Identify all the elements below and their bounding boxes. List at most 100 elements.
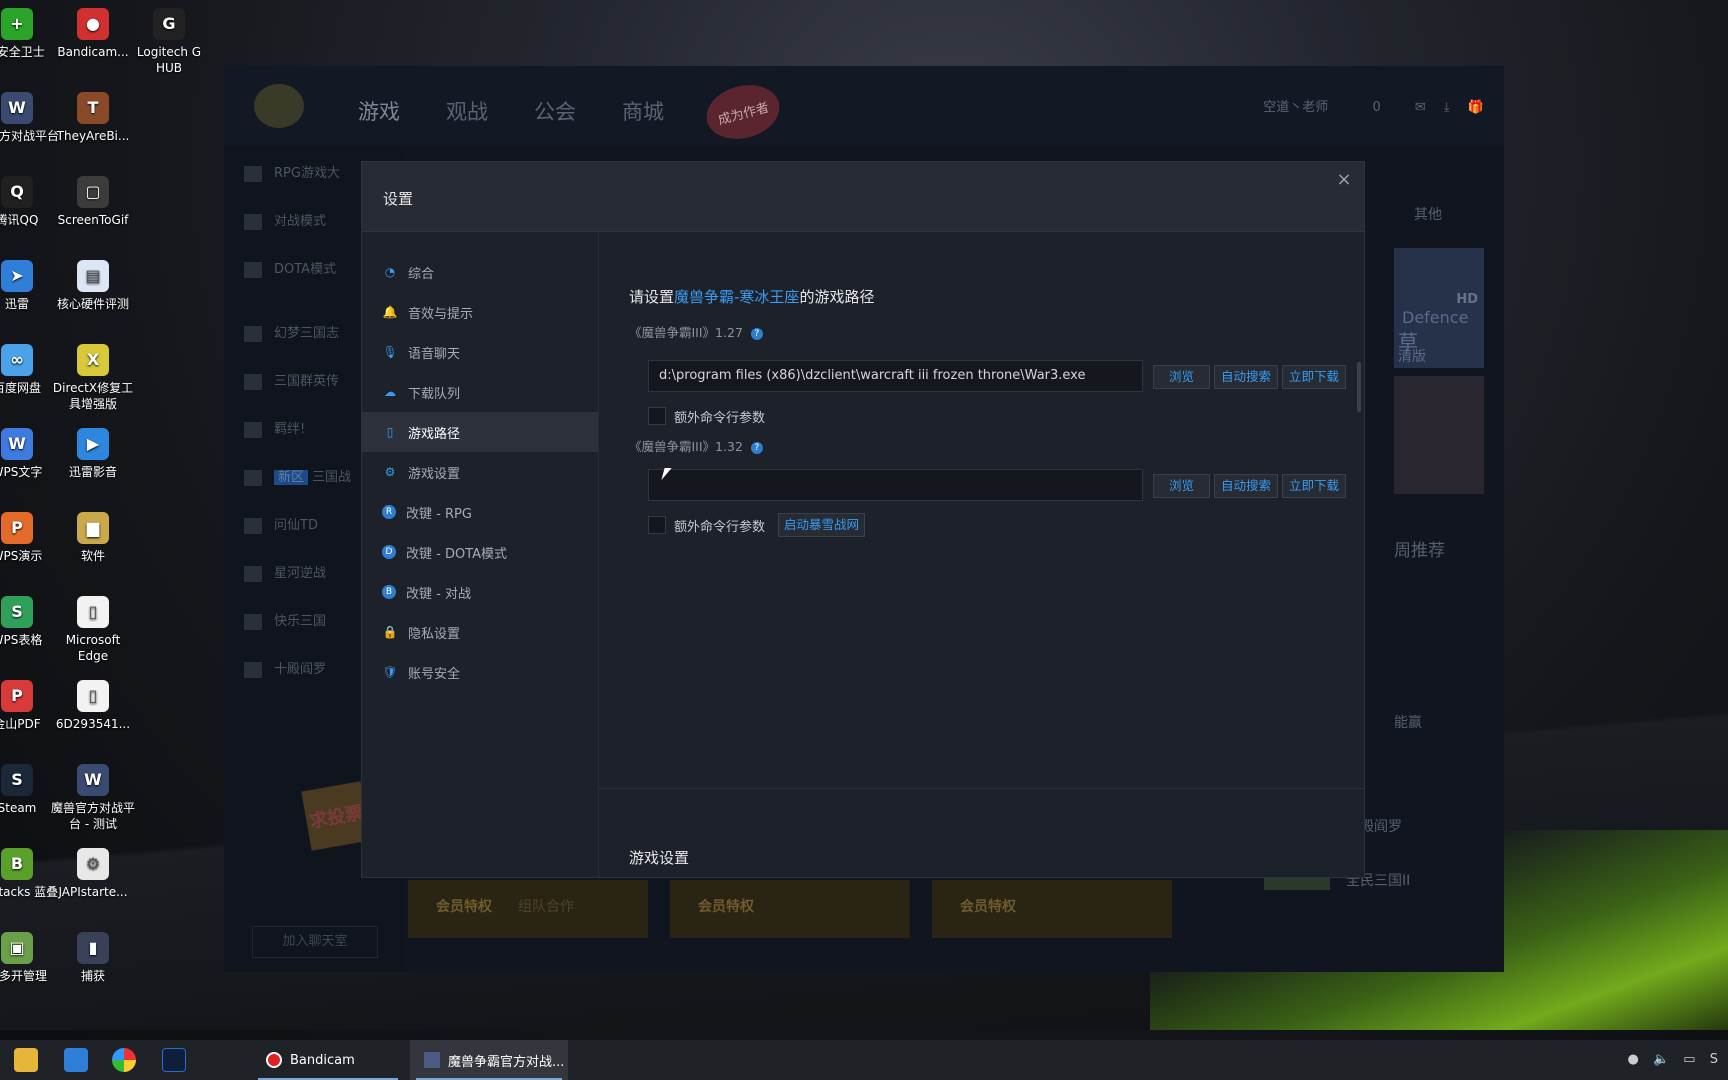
desktop-app-icon: Q — [1, 176, 33, 208]
download-button-127[interactable]: 立即下载 — [1282, 365, 1346, 389]
auto-search-button-132[interactable]: 自动搜索 — [1214, 474, 1278, 498]
nav-watch[interactable]: 观战 — [446, 96, 488, 126]
desktop-icon[interactable]: ▯ 6D293541... — [50, 680, 136, 732]
desktop-icon[interactable]: T TheyAreBi... — [50, 92, 136, 144]
category-other[interactable]: 其他 — [1414, 204, 1442, 224]
download-button-132[interactable]: 立即下载 — [1282, 474, 1346, 498]
desktop-icon-label: 软件 — [80, 549, 105, 563]
sidebar-item[interactable]: 新区 三国战 — [244, 466, 351, 486]
browse-button-132[interactable]: 浏览 — [1153, 474, 1210, 498]
auto-search-button-127[interactable]: 自动搜索 — [1214, 365, 1278, 389]
desktop-icon-label: 捕获 — [80, 969, 105, 983]
desktop-app-icon: S — [1, 764, 33, 796]
volume-icon: 🔈 — [1652, 1052, 1670, 1067]
settings-menu-label: 音效与提示 — [408, 306, 474, 322]
settings-menu-label: 改键 - DOTA模式 — [406, 546, 508, 562]
sidebar-item[interactable]: 三国群英传 — [244, 370, 339, 390]
desktop-icon[interactable]: ▮ 捕获 — [50, 932, 136, 984]
settings-menu-item[interactable]: 🔒 隐私设置 — [362, 612, 598, 652]
settings-menu-item[interactable]: 🎙 语音聊天 — [362, 332, 598, 372]
game-name-link[interactable]: 魔兽争霸-寒冰王座 — [674, 288, 799, 306]
desktop-icon-label: 核心硬件评测 — [56, 297, 129, 311]
extra-args-checkbox-127[interactable] — [648, 407, 666, 425]
path-input-127[interactable]: d:\program files (x86)\dzclient\warcraft… — [648, 360, 1143, 392]
path-input-132[interactable] — [648, 469, 1143, 501]
sidebar-item[interactable]: 十殿阎罗 — [244, 658, 326, 678]
sidebar-item[interactable]: DOTA模式 — [244, 258, 336, 278]
author-badge[interactable]: 成为作者 — [700, 77, 786, 147]
desktop-icon[interactable]: ▢ ScreenToGif — [50, 176, 136, 228]
sidebar-item[interactable]: RPG游戏大 — [244, 162, 340, 182]
extra-args-checkbox-132[interactable] — [648, 516, 666, 534]
settings-menu-item[interactable]: ⚙ 游戏设置 — [362, 452, 598, 492]
recommend-item[interactable]: 能赢 — [1394, 712, 1422, 732]
browser-icon[interactable] — [112, 1048, 136, 1072]
system-tray[interactable]: ● 🔈 ▭ S — [1627, 1052, 1718, 1067]
launch-battlenet-button[interactable]: 启动暴雪战网 — [778, 513, 865, 537]
settings-menu-item[interactable]: ☁ 下载队列 — [362, 372, 598, 412]
desktop-icon[interactable]: X DirectX修复工具增强版 — [50, 344, 136, 412]
file-explorer-icon[interactable] — [14, 1048, 38, 1072]
extra-args-label-132: 额外命令行参数 — [674, 520, 766, 535]
help-icon[interactable]: ? — [750, 327, 763, 340]
settings-menu-item[interactable]: 🛡 账号安全 — [362, 652, 598, 692]
desktop-icon[interactable]: ▶ 迅雷影音 — [50, 428, 136, 480]
settings-menu-item[interactable]: 🔔 音效与提示 — [362, 292, 598, 332]
settings-menu-item[interactable]: ▯ 游戏路径 — [362, 412, 598, 452]
dialog-header: 设置 × — [362, 162, 1364, 232]
close-icon[interactable]: × — [1334, 170, 1354, 190]
desktop-app-icon: X — [77, 344, 109, 376]
settings-menu-label: 语音聊天 — [408, 346, 461, 362]
d-icon: D — [382, 545, 396, 559]
sidebar-item[interactable]: 幻梦三国志 — [244, 322, 339, 342]
desktop-icon[interactable]: ● Bandicam... — [50, 8, 136, 60]
download-icon[interactable]: ⤓ — [1444, 100, 1450, 115]
taskbar-app-bandicam[interactable]: Bandicam — [252, 1040, 404, 1080]
settings-menu-item[interactable]: R 改键 - RPG — [362, 492, 598, 532]
taskbar-app-warcraft[interactable]: 魔兽争霸官方对战... — [410, 1040, 568, 1080]
xunlei-icon[interactable] — [64, 1048, 88, 1072]
desktop-icon[interactable]: ▯ Microsoft Edge — [50, 596, 136, 664]
mouse-icon: ▯ — [386, 425, 394, 439]
vip-card[interactable]: 会员特权 — [670, 880, 910, 938]
nav-store[interactable]: 商城 — [622, 96, 664, 126]
settings-menu-item[interactable]: D 改键 - DOTA模式 — [362, 532, 598, 572]
mail-icon[interactable]: ✉ — [1415, 100, 1426, 115]
game-tile[interactable]: HD Defence 草 清版 — [1394, 248, 1484, 368]
browse-button-127[interactable]: 浏览 — [1153, 365, 1210, 389]
record-icon — [266, 1052, 282, 1068]
sidebar-item[interactable]: 快乐三国 — [244, 610, 326, 630]
path-heading: 请设置魔兽争霸-寒冰王座的游戏路径 — [629, 288, 875, 306]
desktop-app-icon: P — [1, 680, 33, 712]
game-tile[interactable] — [1394, 376, 1484, 494]
sidebar-item[interactable]: 星河逆战 — [244, 562, 326, 582]
app-logo[interactable] — [254, 84, 304, 128]
nav-guild[interactable]: 公会 — [534, 96, 576, 126]
desktop-icon[interactable]: ▆ 软件 — [50, 512, 136, 564]
scrollbar-thumb[interactable] — [1357, 362, 1361, 412]
help-icon[interactable]: ? — [750, 441, 763, 454]
desktop-icon[interactable]: W 魔兽官方对战平台 - 测试 — [50, 764, 136, 832]
vip-card[interactable]: 会员特权 — [932, 880, 1172, 938]
photoshop-icon[interactable] — [162, 1048, 186, 1072]
sidebar-item[interactable]: 羁绊! — [244, 418, 305, 438]
user-name[interactable]: 空道丶老师 — [1263, 100, 1328, 115]
gift-icon[interactable]: 🎁 — [1468, 100, 1484, 115]
sidebar-item[interactable]: 对战模式 — [244, 210, 326, 230]
user-area[interactable]: 空道丶老师 0 ✉ ⤓ 🎁 — [1263, 96, 1484, 115]
settings-menu-label: 下载队列 — [408, 386, 461, 402]
vip-card[interactable]: 会员特权 组队合作 — [408, 880, 648, 938]
version-label-127: 《魔兽争霸III》1.27? — [629, 322, 763, 341]
settings-menu-item[interactable]: ◔ 综合 — [362, 252, 598, 292]
desktop-icon[interactable]: ▤ 核心硬件评测 — [50, 260, 136, 312]
desktop-icon[interactable]: G Logitech G HUB — [126, 8, 212, 76]
nav-games[interactable]: 游戏 — [358, 96, 400, 126]
desktop-icon[interactable]: ⚙ JAPIstarte... — [50, 848, 136, 900]
settings-menu: ◔ 综合 🔔 音效与提示 🎙 语音聊天 ☁ 下载队列 ▯ 游戏路径 ⚙ 游戏设置 R 改键 - RPG D 改… — [362, 232, 599, 877]
desktop-app-icon: G — [153, 8, 185, 40]
bell-icon: 🔔 — [382, 305, 398, 319]
desktop-icon-label: Microsoft Edge — [65, 633, 121, 663]
settings-menu-item[interactable]: B 改键 - 对战 — [362, 572, 598, 612]
join-chat-button[interactable]: 加入聊天室 — [252, 926, 378, 958]
sidebar-item[interactable]: 问仙TD — [244, 514, 318, 534]
